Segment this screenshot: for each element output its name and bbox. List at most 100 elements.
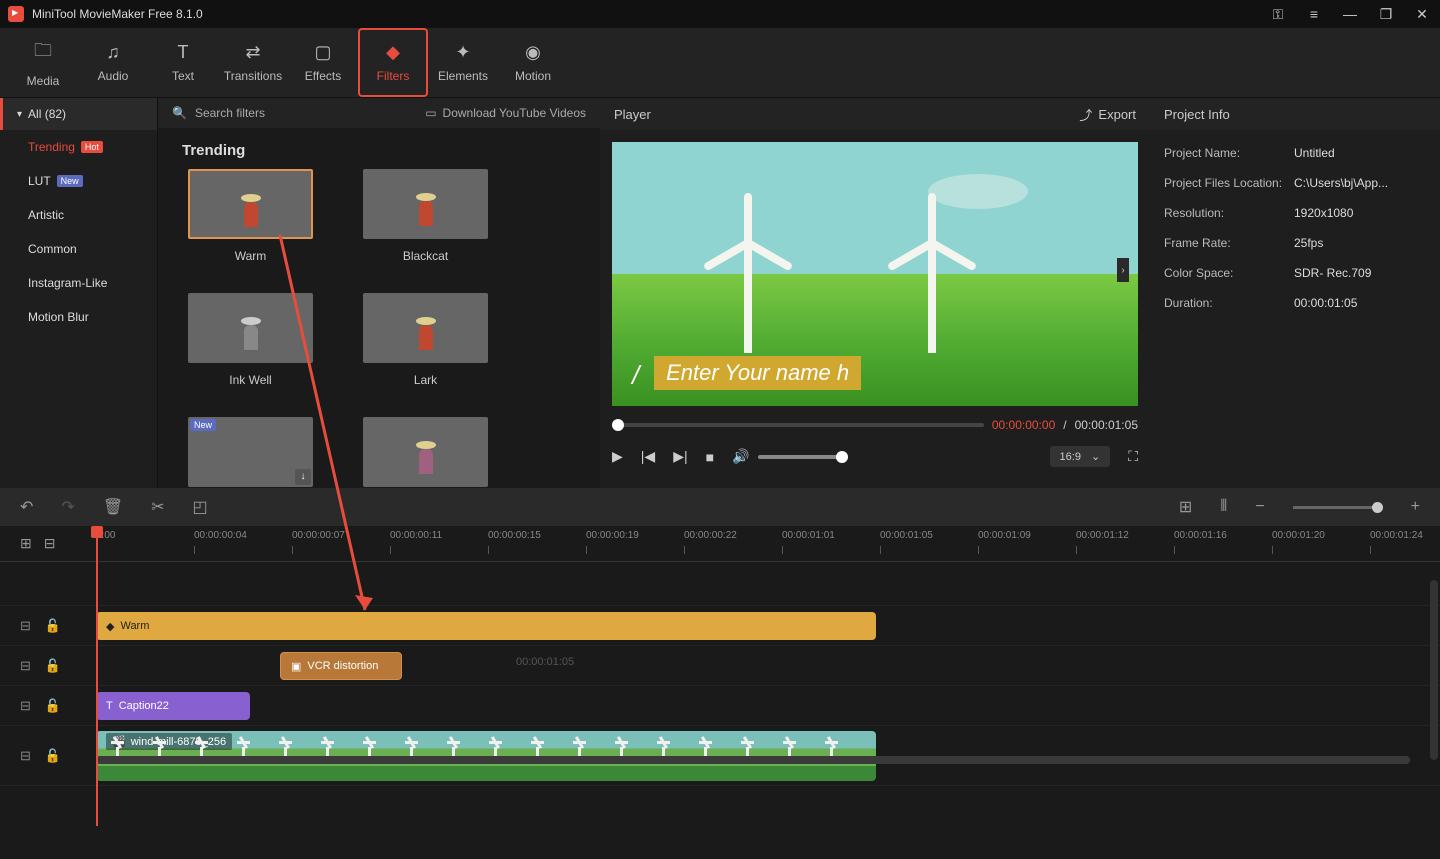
time-current: 00:00:00:00 — [992, 418, 1055, 432]
tab-media[interactable]: 🗀Media — [8, 28, 78, 97]
tab-audio[interactable]: ♫Audio — [78, 28, 148, 97]
filter-thumb-blackcat[interactable]: Blackcat — [363, 169, 488, 263]
info-key: Frame Rate: — [1164, 236, 1294, 250]
filter-track: ⊟ 🔓 ◆Warm — [0, 606, 1440, 646]
redo-button[interactable]: ↷ — [61, 497, 74, 517]
menu-icon[interactable]: ≡ — [1304, 6, 1324, 22]
info-val: C:\Users\bj\App... — [1294, 176, 1388, 190]
fullscreen-button[interactable]: ⛶ — [1128, 448, 1138, 465]
undo-button[interactable]: ↶ — [20, 497, 33, 517]
filter-thumb-beautify[interactable]: Beautify — [363, 417, 488, 488]
tab-transitions[interactable]: ⇄Transitions — [218, 28, 288, 97]
filters-content: 🔍Search filters ▭Download YouTube Videos… — [158, 98, 600, 488]
zoom-out-button[interactable]: − — [1255, 498, 1264, 516]
timeline-scrollbar-v[interactable] — [1430, 580, 1438, 760]
export-label: Export — [1098, 107, 1136, 122]
folder-icon: 🗀 — [34, 38, 52, 68]
time-total: 00:00:01:05 — [1075, 418, 1138, 432]
timeline-toolbar: ↶ ↷ 🗑 ✂ ◰ ⊞ ⦀ − + — [0, 488, 1440, 526]
project-info-panel: Project Info Project Name:Untitled Proje… — [1150, 98, 1440, 488]
transitions-icon: ⇄ — [245, 42, 260, 63]
tab-motion[interactable]: ◉Motion — [498, 28, 568, 97]
lock-icon[interactable]: 🔓 — [45, 698, 61, 714]
visibility-icon[interactable]: ⊟ — [20, 618, 31, 634]
next-frame-button[interactable]: ▶| — [673, 448, 687, 465]
panel-collapse-button[interactable]: › — [1117, 258, 1129, 282]
filter-thumb-cool1[interactable]: New↓Cool 1 — [188, 417, 313, 488]
fit-button[interactable]: ⊞ — [1179, 497, 1192, 517]
zoom-slider[interactable] — [1293, 506, 1383, 509]
sidebar-item-instagram[interactable]: Instagram-Like — [0, 266, 157, 300]
info-key: Resolution: — [1164, 206, 1294, 220]
clip-filter-warm[interactable]: ◆Warm — [96, 612, 876, 640]
info-key: Color Space: — [1164, 266, 1294, 280]
tab-filters[interactable]: ◆ Filters — [358, 28, 428, 97]
ruler[interactable]: 0:0000:00:00:0400:00:00:0700:00:00:1100:… — [96, 526, 1440, 561]
search-input[interactable]: 🔍Search filters — [172, 106, 417, 120]
info-key: Project Files Location: — [1164, 176, 1294, 190]
aspect-select[interactable]: 16:9⌄ — [1050, 446, 1111, 467]
lock-icon[interactable]: 🔓 — [45, 618, 61, 634]
info-key: Duration: — [1164, 296, 1294, 310]
sidebar-item-motionblur[interactable]: Motion Blur — [0, 300, 157, 334]
minimize-button[interactable]: — — [1340, 6, 1360, 22]
sidebar-all[interactable]: ▾All (82) — [0, 98, 157, 130]
visibility-icon[interactable]: ⊟ — [20, 658, 31, 674]
prev-frame-button[interactable]: |◀ — [641, 448, 655, 465]
export-button[interactable]: ⤴Export — [1079, 105, 1136, 124]
filter-thumb-warm[interactable]: Warm — [188, 169, 313, 263]
thumb-label: Ink Well — [229, 373, 271, 387]
info-val: Untitled — [1294, 146, 1335, 160]
lock-icon[interactable]: 🔓 — [45, 748, 61, 764]
filters-icon: ◆ — [386, 42, 400, 63]
sidebar-item-label: Trending — [28, 140, 75, 154]
clip-caption[interactable]: TCaption22 — [96, 692, 250, 720]
download-icon[interactable]: ↓ — [295, 469, 311, 485]
tab-text[interactable]: T Text — [148, 28, 218, 97]
split-button[interactable]: ✂ — [151, 497, 164, 517]
sidebar-item-label: Instagram-Like — [28, 276, 107, 290]
crop-button[interactable]: ◰ — [193, 497, 208, 517]
markers-button[interactable]: ⦀ — [1220, 498, 1227, 516]
thumb-label: Warm — [235, 249, 267, 263]
tab-elements[interactable]: ✦Elements — [428, 28, 498, 97]
motion-icon: ◉ — [525, 42, 541, 63]
new-badge: New — [190, 419, 216, 431]
sidebar-item-artistic[interactable]: Artistic — [0, 198, 157, 232]
tab-label: Filters — [377, 69, 410, 83]
add-track-button[interactable]: ⊞ — [20, 535, 32, 552]
key-icon[interactable]: ⚿ — [1268, 6, 1288, 23]
lock-icon[interactable]: 🔓 — [45, 658, 61, 674]
stop-button[interactable]: ■ — [706, 449, 714, 465]
zoom-in-button[interactable]: + — [1411, 498, 1420, 516]
filter-thumb-inkwell[interactable]: Ink Well — [188, 293, 313, 387]
caption-overlay: Enter Your name h — [654, 356, 861, 390]
visibility-icon[interactable]: ⊟ — [20, 698, 31, 714]
delete-button[interactable]: 🗑 — [103, 497, 123, 517]
sidebar-item-lut[interactable]: LUTNew — [0, 164, 157, 198]
sidebar-item-trending[interactable]: TrendingHot — [0, 130, 157, 164]
collapse-tracks-button[interactable]: ⊟ — [44, 535, 56, 552]
clip-label: Caption22 — [119, 700, 169, 712]
download-label: Download YouTube Videos — [443, 106, 586, 120]
download-youtube-link[interactable]: ▭Download YouTube Videos — [425, 106, 586, 120]
volume-icon[interactable]: 🔊 — [732, 448, 749, 465]
clip-effect-vcr[interactable]: ▣VCR distortion — [280, 652, 402, 680]
sidebar-item-common[interactable]: Common — [0, 232, 157, 266]
sidebar-all-label: All (82) — [28, 107, 66, 121]
music-icon: ♫ — [106, 42, 120, 63]
maximize-button[interactable]: ❐ — [1376, 6, 1396, 23]
tab-effects[interactable]: ▢Effects — [288, 28, 358, 97]
video-preview[interactable]: Enter Your name h — [612, 142, 1138, 406]
play-button[interactable]: ▶ — [612, 448, 623, 465]
seek-slider[interactable] — [612, 423, 984, 427]
volume-slider[interactable] — [758, 455, 848, 459]
tab-label: Text — [172, 69, 194, 83]
filter-thumb-lark[interactable]: Lark — [363, 293, 488, 387]
timeline-scrollbar-h[interactable] — [96, 756, 1410, 764]
playhead[interactable] — [96, 526, 98, 826]
visibility-icon[interactable]: ⊟ — [20, 748, 31, 764]
close-button[interactable]: ✕ — [1412, 6, 1432, 23]
text-icon: T — [178, 42, 189, 63]
search-icon: 🔍 — [172, 106, 187, 120]
